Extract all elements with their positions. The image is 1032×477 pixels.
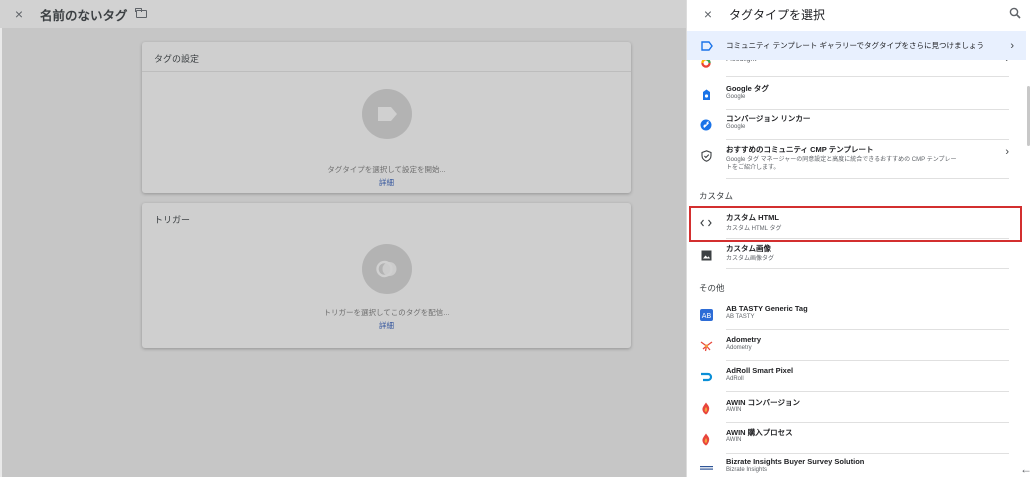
custom-html-highlight-box xyxy=(689,206,1022,242)
separator xyxy=(726,453,1009,454)
item-name: Google タグ xyxy=(726,84,769,93)
list-item-cmp-templates[interactable]: おすすめのコミュニティ CMP テンプレート Google タグ マネージャーの… xyxy=(687,141,1025,179)
scrollbar-thumb[interactable] xyxy=(1027,86,1030,146)
awin-icon xyxy=(699,432,713,446)
trigger-placeholder-icon[interactable] xyxy=(361,244,412,294)
separator xyxy=(726,360,1009,361)
panel-header: × タグタイプを選択 xyxy=(687,0,1032,28)
item-sub: Bizrate Insights xyxy=(726,467,768,473)
list-item-awin-conversion[interactable]: AWIN コンバージョン AWIN xyxy=(687,393,1025,423)
item-name: AdRoll Smart Pixel xyxy=(726,366,794,375)
banner-text: コミュニティ テンプレート ギャラリーでタグタイプをさらに見つけましょう xyxy=(726,41,985,50)
trigger-more-link[interactable]: 詳細 xyxy=(142,320,631,331)
section-other: その他 xyxy=(699,283,725,293)
tag-name-title[interactable]: 名前のないタグ xyxy=(40,5,128,24)
floodlight-separator xyxy=(687,76,1025,77)
list-item-awin-purchase[interactable]: AWIN 購入プロセス AWIN xyxy=(687,424,1025,454)
separator xyxy=(726,391,1009,392)
separator xyxy=(726,329,1009,330)
adroll-icon xyxy=(699,370,713,384)
item-name: コンバージョン リンカー xyxy=(726,114,811,123)
separator xyxy=(726,139,1009,140)
list-item-bizrate[interactable]: Bizrate Insights Buyer Survey Solution B… xyxy=(687,455,1025,477)
chevron-right-icon: › xyxy=(1010,39,1014,52)
separator xyxy=(726,178,1009,179)
item-sub: AWIN xyxy=(726,437,742,443)
panel-title: タグタイプを選択 xyxy=(729,7,826,22)
trigger-title: トリガー xyxy=(154,215,191,225)
editor-canvas: タグの設定 タグタイプを選択して設定を開始... 詳細 トリガー トリガーを選択… xyxy=(2,28,686,477)
item-name: AB TASTY Generic Tag xyxy=(726,304,808,313)
tag-config-hint: タグタイプを選択して設定を開始... xyxy=(327,165,446,174)
section-custom: カスタム xyxy=(699,191,734,201)
svg-text:AB: AB xyxy=(701,312,711,320)
back-arrow-icon[interactable]: ← xyxy=(1020,462,1032,476)
separator xyxy=(726,422,1009,423)
item-sub: カスタム画像タグ xyxy=(726,256,775,262)
card-divider xyxy=(142,71,631,72)
tag-config-more-link[interactable]: 詳細 xyxy=(142,177,631,188)
tag-config-card[interactable]: タグの設定 タグタイプを選択して設定を開始... 詳細 xyxy=(142,42,631,193)
bizrate-icon xyxy=(699,461,713,475)
tag-placeholder-icon[interactable] xyxy=(361,89,412,139)
item-sub: AWIN xyxy=(726,407,742,413)
item-name: Bizrate Insights Buyer Survey Solution xyxy=(726,457,865,466)
item-sub: AdRoll xyxy=(726,376,744,382)
item-name: Adometry xyxy=(726,335,762,344)
editor-topbar: × 名前のないタグ xyxy=(0,0,686,28)
trigger-card[interactable]: トリガー トリガーを選択してこのタグを配信... 詳細 xyxy=(142,203,631,348)
item-sub: AB TASTY xyxy=(726,314,755,320)
image-icon xyxy=(699,248,713,262)
close-editor-button[interactable]: × xyxy=(12,6,26,22)
shield-check-icon xyxy=(699,149,713,163)
ab-tasty-icon: AB xyxy=(699,308,713,322)
item-sub: Google xyxy=(726,94,746,100)
list-item-custom-image[interactable]: カスタム画像 カスタム画像タグ xyxy=(687,240,1025,269)
chevron-right-icon: › xyxy=(1005,146,1009,158)
trigger-hint: トリガーを選択してこのタグを配信... xyxy=(323,308,450,317)
item-sub: Google xyxy=(726,124,746,130)
close-panel-button[interactable]: × xyxy=(701,6,715,22)
separator xyxy=(726,76,1009,77)
list-item-adroll[interactable]: AdRoll Smart Pixel AdRoll xyxy=(687,362,1025,392)
list-item-adometry[interactable]: Adometry Adometry xyxy=(687,331,1025,361)
separator xyxy=(726,268,1009,269)
adometry-icon xyxy=(699,339,713,353)
conversion-linker-icon xyxy=(699,118,713,132)
community-gallery-banner-cover: コミュニティ テンプレート ギャラリーでタグタイプをさらに見つけましょう › xyxy=(687,31,1026,60)
tag-outline-icon xyxy=(701,40,713,51)
google-tag-icon xyxy=(699,88,713,102)
tag-config-title: タグの設定 xyxy=(154,54,200,64)
awin-icon xyxy=(699,401,713,415)
item-sub-line2: トをご紹介します。 xyxy=(726,165,780,171)
list-item-google-tag[interactable]: Google タグ Google xyxy=(687,80,1025,110)
list-item-conversion-linker[interactable]: コンバージョン リンカー Google xyxy=(687,110,1025,140)
search-icon[interactable] xyxy=(1009,7,1021,19)
list-item-ab-tasty[interactable]: AB AB TASTY Generic Tag AB TASTY xyxy=(687,300,1025,330)
item-sub: Adometry xyxy=(726,345,752,351)
panel-scrollbar[interactable] xyxy=(1025,62,1032,477)
folder-icon[interactable] xyxy=(135,7,147,18)
